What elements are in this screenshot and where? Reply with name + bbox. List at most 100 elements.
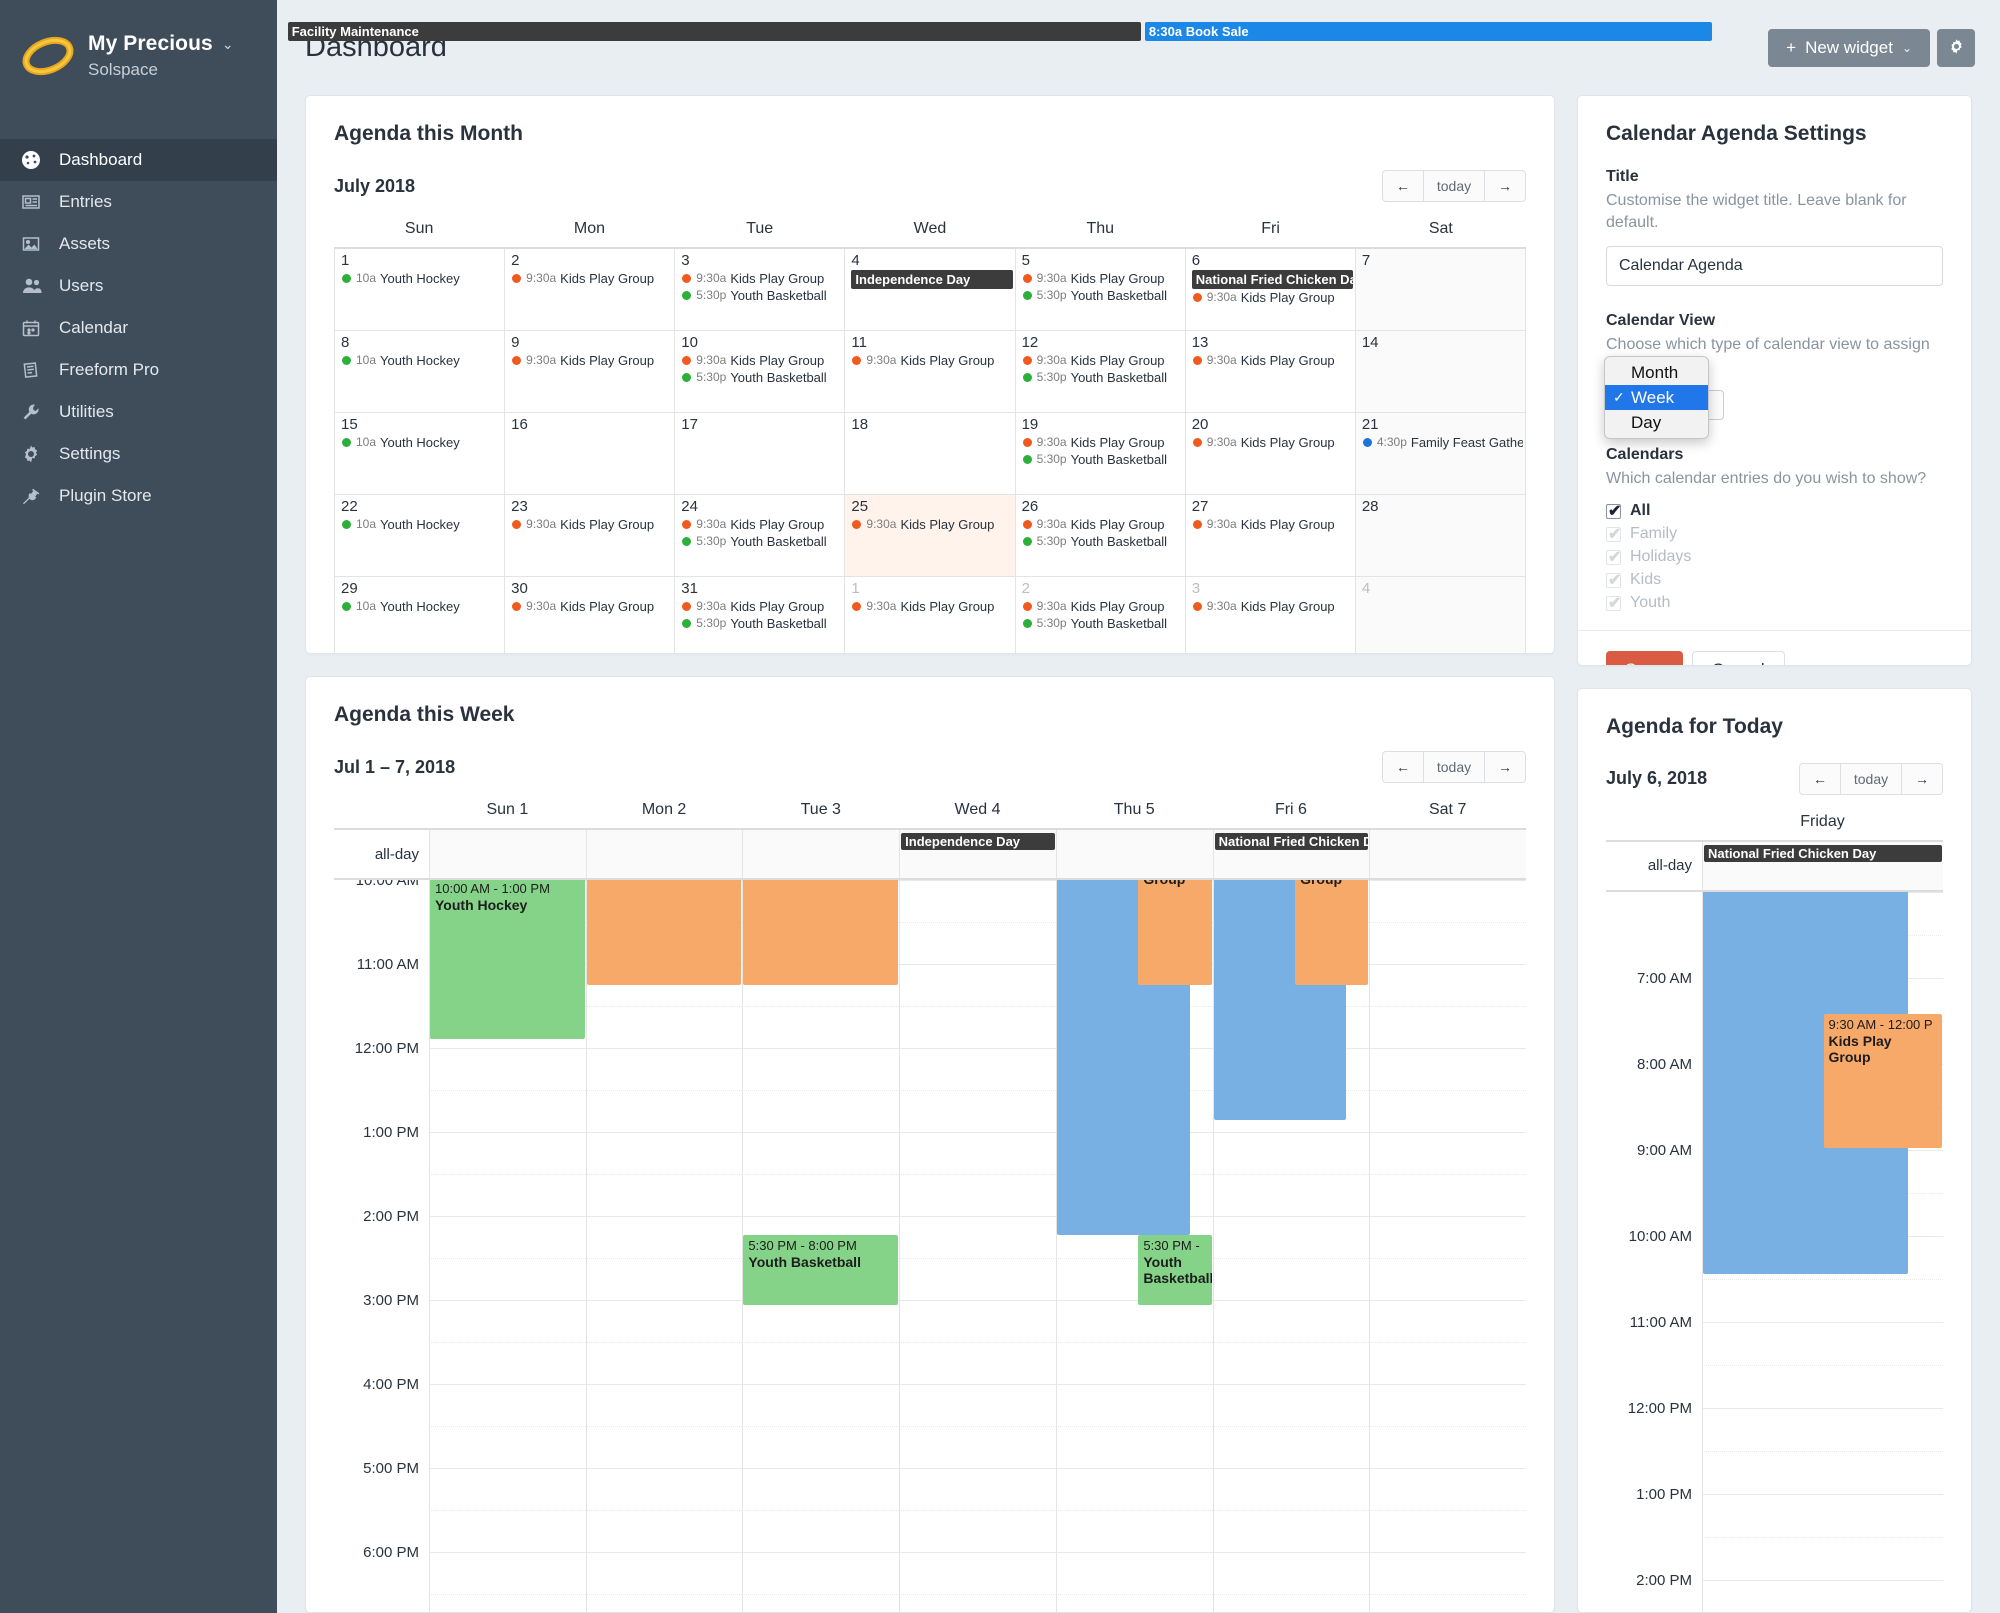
sidebar-item-freeform-pro[interactable]: Freeform Pro bbox=[0, 349, 277, 391]
week-prev-button[interactable]: ← bbox=[1382, 751, 1424, 784]
timegrid-day-cell[interactable] bbox=[429, 1090, 586, 1133]
month-event[interactable]: 5:30p Youth Basketball bbox=[1022, 533, 1183, 550]
month-event[interactable]: 9:30a Kids Play Group bbox=[681, 598, 842, 615]
month-event[interactable]: 5:30p Youth Basketball bbox=[681, 369, 842, 386]
month-day-cell[interactable]: 24 9:30a Kids Play Group 5:30p Youth Basketb… bbox=[675, 495, 846, 576]
month-prev-button[interactable]: ← bbox=[1382, 170, 1424, 202]
month-event[interactable]: 9:30a Kids Play Group bbox=[1022, 270, 1183, 287]
sidebar-item-settings[interactable]: Settings bbox=[0, 433, 277, 475]
allday-day-cell[interactable]: Independence Day bbox=[899, 830, 1056, 879]
timegrid-day-cell[interactable] bbox=[899, 1300, 1056, 1343]
month-event[interactable]: 9:30a Kids Play Group bbox=[1022, 516, 1183, 533]
timegrid-day-cell[interactable] bbox=[585, 1132, 743, 1175]
month-day-cell[interactable]: 26 9:30a Kids Play Group 5:30p Youth Basketb… bbox=[1015, 495, 1186, 576]
month-event[interactable]: 5:30p Youth Basketball bbox=[1022, 287, 1183, 304]
month-day-cell[interactable]: 28 bbox=[1355, 495, 1526, 576]
sidebar-item-calendar[interactable]: Calendar bbox=[0, 307, 277, 349]
timegrid-day-cell[interactable] bbox=[429, 1174, 586, 1217]
allday-event[interactable]: National Fried Chicken Day bbox=[1214, 833, 1369, 851]
calendar-view-dropdown[interactable]: Month ✓ Week Day bbox=[1604, 356, 1709, 439]
timegrid-day-cell[interactable] bbox=[585, 1426, 743, 1469]
allday-day-cell[interactable] bbox=[429, 830, 586, 879]
timegrid-event[interactable]: Kids Play Group bbox=[1138, 880, 1212, 986]
timegrid-day-cell[interactable] bbox=[429, 1552, 586, 1595]
month-event[interactable]: 9:30a Kids Play Group bbox=[1192, 289, 1353, 306]
timegrid-day-cell[interactable] bbox=[899, 1342, 1056, 1385]
month-event[interactable]: 9:30a Kids Play Group bbox=[511, 516, 672, 533]
timegrid-day-cell[interactable] bbox=[1702, 1321, 1943, 1365]
month-day-cell[interactable]: 31 9:30a Kids Play Group 5:30p Youth Basketb… bbox=[675, 577, 846, 654]
timegrid-day-cell[interactable] bbox=[899, 1258, 1056, 1301]
dropdown-option-day[interactable]: Day bbox=[1605, 410, 1708, 435]
timegrid-day-cell[interactable] bbox=[1212, 1552, 1370, 1595]
allday-day-cell[interactable] bbox=[585, 830, 743, 879]
brand-block[interactable]: My Precious ⌄ Solspace bbox=[0, 0, 277, 128]
allday-day-cell[interactable] bbox=[1369, 830, 1527, 879]
month-event[interactable]: 9:30a Kids Play Group bbox=[1022, 598, 1183, 615]
timegrid-event[interactable]: Kids Play Group bbox=[1295, 880, 1369, 986]
timegrid-day-cell[interactable] bbox=[1055, 1468, 1213, 1511]
timegrid-day-cell[interactable] bbox=[1369, 1174, 1526, 1217]
month-day-cell[interactable]: 3 9:30a Kids Play Group bbox=[1185, 577, 1356, 654]
month-day-cell[interactable]: 17 bbox=[675, 413, 846, 494]
month-event[interactable]: 5:30p Youth Basketball bbox=[1022, 369, 1183, 386]
timegrid-day-cell[interactable] bbox=[1369, 1132, 1526, 1175]
allday-day-cell[interactable]: National Fried Chicken Day bbox=[1702, 841, 1943, 890]
allday-day-cell[interactable] bbox=[742, 830, 900, 879]
timegrid-day-cell[interactable] bbox=[742, 1090, 900, 1133]
timegrid-day-cell[interactable] bbox=[1369, 1510, 1526, 1553]
timegrid-day-cell[interactable] bbox=[1055, 1300, 1213, 1343]
sidebar-item-entries[interactable]: Entries bbox=[0, 181, 277, 223]
timegrid-day-cell[interactable] bbox=[1369, 1258, 1526, 1301]
month-day-cell[interactable]: 6 National Fried Chicken Day 9:30a Kids Pla… bbox=[1185, 249, 1356, 330]
timegrid-day-cell[interactable] bbox=[585, 1552, 743, 1595]
month-day-cell[interactable]: 19 9:30a Kids Play Group 5:30p Youth Basketb… bbox=[1015, 413, 1186, 494]
month-day-cell[interactable]: 27 9:30a Kids Play Group bbox=[1185, 495, 1356, 576]
timegrid-day-cell[interactable] bbox=[899, 1426, 1056, 1469]
timegrid-day-cell[interactable] bbox=[585, 1006, 743, 1049]
allday-event[interactable]: Independence Day bbox=[901, 833, 1055, 851]
today-today-button[interactable]: today bbox=[1840, 762, 1902, 795]
month-day-cell[interactable]: 23 9:30a Kids Play Group bbox=[505, 495, 676, 576]
timegrid-day-cell[interactable] bbox=[1212, 1258, 1370, 1301]
timegrid-day-cell[interactable] bbox=[1369, 1300, 1526, 1343]
month-event[interactable]: 5:30p Youth Basketball bbox=[1022, 451, 1183, 468]
timegrid-day-cell[interactable] bbox=[429, 1048, 586, 1091]
timegrid-day-cell[interactable] bbox=[742, 1594, 900, 1613]
month-day-cell[interactable]: 4 bbox=[1355, 577, 1526, 654]
timegrid-day-cell[interactable] bbox=[585, 1048, 743, 1091]
month-day-cell[interactable]: 25 9:30a Kids Play Group bbox=[845, 495, 1016, 576]
month-next-button[interactable]: → bbox=[1484, 170, 1526, 202]
month-day-cell[interactable]: 30 9:30a Kids Play Group bbox=[505, 577, 676, 654]
month-day-cell[interactable]: 12 9:30a Kids Play Group 5:30p Youth Basketb… bbox=[1015, 331, 1186, 412]
month-event[interactable]: 9:30a Kids Play Group bbox=[851, 516, 1012, 533]
timegrid-day-cell[interactable] bbox=[742, 1174, 900, 1217]
month-event[interactable]: 10a Youth Hockey bbox=[341, 598, 502, 615]
month-event[interactable]: 10a Youth Hockey bbox=[341, 516, 502, 533]
week-today-button[interactable]: today bbox=[1423, 751, 1485, 784]
month-event[interactable]: 9:30a Kids Play Group bbox=[851, 598, 1012, 615]
timegrid-day-cell[interactable] bbox=[429, 1342, 586, 1385]
timegrid-day-cell[interactable] bbox=[899, 1216, 1056, 1259]
month-day-cell[interactable]: 9 9:30a Kids Play Group bbox=[505, 331, 676, 412]
timegrid-day-cell[interactable] bbox=[1212, 1594, 1370, 1613]
timegrid-day-cell[interactable] bbox=[1212, 1342, 1370, 1385]
timegrid-event[interactable]: 9:30 AM - 12:00 P Kids Play Group bbox=[1823, 1013, 1942, 1148]
settings-gear-button[interactable] bbox=[1937, 28, 1975, 67]
month-day-cell[interactable]: 22 10a Youth Hockey bbox=[335, 495, 506, 576]
timegrid-day-cell[interactable] bbox=[899, 1384, 1056, 1427]
week-next-button[interactable]: → bbox=[1484, 751, 1526, 784]
month-event[interactable]: 5:30p Youth Basketball bbox=[681, 533, 842, 550]
month-event[interactable]: 9:30a Kids Play Group bbox=[511, 352, 672, 369]
timegrid-day-cell[interactable] bbox=[1369, 1048, 1526, 1091]
timegrid-day-cell[interactable] bbox=[585, 1174, 743, 1217]
month-event[interactable]: 10a Youth Hockey bbox=[341, 270, 502, 287]
timegrid-day-cell[interactable] bbox=[1055, 1384, 1213, 1427]
month-day-cell[interactable]: 13 9:30a Kids Play Group bbox=[1185, 331, 1356, 412]
timegrid-day-cell[interactable] bbox=[429, 1510, 586, 1553]
allday-day-cell[interactable]: National Fried Chicken Day bbox=[1212, 830, 1370, 879]
timegrid-day-cell[interactable] bbox=[585, 1594, 743, 1613]
timegrid-day-cell[interactable] bbox=[585, 1258, 743, 1301]
timegrid-day-cell[interactable] bbox=[742, 1510, 900, 1553]
month-day-cell[interactable]: 20 9:30a Kids Play Group bbox=[1185, 413, 1356, 494]
